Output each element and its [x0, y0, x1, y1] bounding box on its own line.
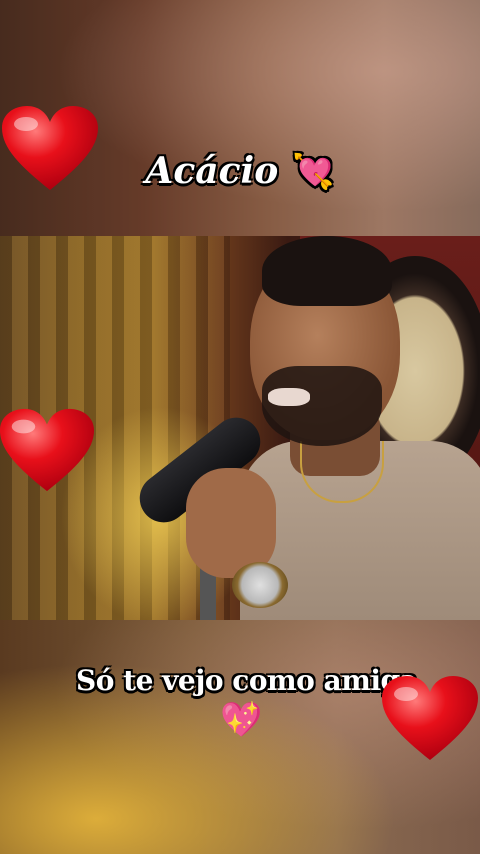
wristwatch	[232, 562, 288, 608]
caption-text: Só te vejo como amiga	[76, 664, 418, 697]
heart-with-arrow-emoji: 💘	[292, 152, 335, 192]
background-top	[0, 0, 480, 236]
sparkling-heart-emoji: 💖	[220, 700, 263, 740]
title-text: Acácio	[145, 150, 279, 192]
singer-hair	[262, 236, 392, 306]
singer-mouth	[268, 388, 310, 406]
title-overlay: Acácio 💘	[0, 150, 480, 192]
singer-beard	[262, 366, 382, 446]
video-frame	[0, 236, 480, 620]
